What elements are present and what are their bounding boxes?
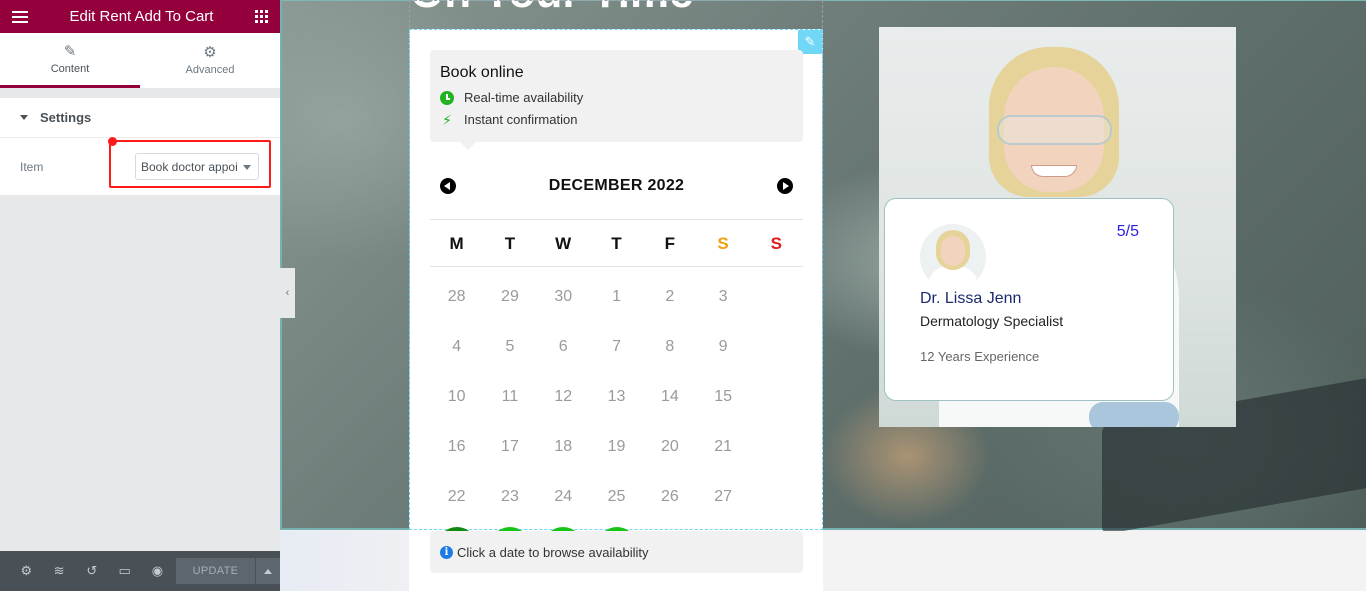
calendar-day: 18 bbox=[554, 438, 573, 455]
calendar-day: 7 bbox=[612, 338, 621, 355]
item-select[interactable]: Book doctor appoi bbox=[135, 153, 259, 180]
calendar-divider bbox=[430, 219, 803, 220]
calendar-day: 14 bbox=[660, 388, 679, 405]
widgets-grid-icon[interactable] bbox=[254, 10, 268, 23]
settings-section-toggle[interactable]: Settings bbox=[0, 98, 280, 138]
update-options-button[interactable] bbox=[256, 558, 280, 584]
panel-tabs: ✎ Content ⚙ Advanced bbox=[0, 33, 280, 88]
calendar-divider bbox=[430, 266, 803, 267]
calendar-day: 19 bbox=[607, 438, 626, 455]
eye-icon[interactable]: ◉ bbox=[141, 551, 174, 591]
calendar-day: 15 bbox=[714, 388, 733, 405]
panel-header: Edit Rent Add To Cart bbox=[0, 0, 280, 33]
calendar-day: 10 bbox=[447, 388, 466, 405]
calendar-day: 26 bbox=[660, 488, 679, 505]
calendar-day: 9 bbox=[718, 338, 728, 355]
preview-canvas: On Your Time ✎ Book online Real-time ava… bbox=[280, 0, 1366, 591]
pencil-icon: ✎ bbox=[63, 42, 77, 60]
doctor-specialty: Dermatology Specialist bbox=[920, 313, 1064, 329]
calendar-day: 13 bbox=[607, 388, 626, 405]
doctor-rating: 5/5 bbox=[1116, 223, 1139, 240]
annotation-dot bbox=[108, 137, 117, 146]
calendar-day: 23 bbox=[501, 488, 519, 505]
settings-section-title: Settings bbox=[40, 110, 92, 125]
feature-confirmation-label: Instant confirmation bbox=[464, 112, 578, 127]
chevron-down-icon bbox=[243, 165, 251, 170]
calendar-month: DECEMBER 2022 bbox=[548, 177, 685, 194]
next-month-button[interactable] bbox=[776, 178, 793, 194]
update-button[interactable]: UPDATE bbox=[175, 558, 256, 584]
calendar-grid: 28 29 30 1 2 3 4 5 6 7 8 9 10 11 12 13 14 15 16 17 18 19 20 21 2… bbox=[430, 272, 803, 572]
panel-footer: ⚙ ≋ ↺ ▭ ◉ UPDATE bbox=[0, 551, 280, 591]
weekday-label: T bbox=[611, 234, 622, 253]
calendar-day: 28 bbox=[447, 288, 466, 305]
layers-icon[interactable]: ≋ bbox=[43, 551, 76, 591]
doctor-name: Dr. Lissa Jenn bbox=[920, 290, 1022, 307]
calendar-day: 22 bbox=[447, 488, 466, 505]
weekday-label: W bbox=[555, 234, 572, 253]
avatar bbox=[920, 224, 986, 290]
calendar-day: 20 bbox=[660, 438, 679, 455]
calendar-day: 5 bbox=[505, 338, 515, 355]
calendar-day: 11 bbox=[501, 388, 519, 405]
history-icon[interactable]: ↺ bbox=[76, 551, 109, 591]
calendar-day: 6 bbox=[558, 338, 568, 355]
weekday-label: M bbox=[449, 234, 464, 253]
gear-icon: ⚙ bbox=[203, 44, 217, 61]
weekday-label: T bbox=[504, 234, 516, 253]
feature-confirmation: ⚡ Instant confirmation bbox=[440, 112, 793, 127]
calendar-day: 29 bbox=[501, 288, 519, 305]
feature-realtime-label: Real-time availability bbox=[464, 90, 584, 105]
tab-advanced[interactable]: ⚙ Advanced bbox=[140, 33, 280, 88]
calendar-day: 2 bbox=[665, 288, 675, 305]
responsive-icon[interactable]: ▭ bbox=[108, 551, 141, 591]
item-label: Item bbox=[20, 159, 44, 174]
calendar-day: 30 bbox=[554, 288, 573, 305]
item-control: Item Book doctor appoi bbox=[0, 138, 280, 195]
calendar-day: 21 bbox=[714, 438, 733, 455]
item-select-value: Book doctor appoi bbox=[141, 159, 238, 174]
calendar-day: 27 bbox=[714, 488, 733, 505]
calendar-day: 3 bbox=[718, 288, 728, 305]
weekday-label: S bbox=[770, 234, 782, 253]
calendar-day: 1 bbox=[612, 288, 621, 305]
calendar-day: 24 bbox=[554, 488, 573, 505]
gear-icon[interactable]: ⚙ bbox=[10, 551, 43, 591]
calendar-day: 12 bbox=[554, 388, 573, 405]
clock-icon bbox=[440, 90, 454, 105]
doctor-experience: 12 Years Experience bbox=[920, 349, 1040, 364]
chevron-up-icon bbox=[264, 568, 273, 574]
calendar-day: 16 bbox=[447, 438, 466, 455]
caret-down-icon bbox=[20, 115, 28, 120]
menu-icon[interactable] bbox=[12, 10, 28, 23]
collapse-panel-handle[interactable]: ‹ bbox=[280, 268, 295, 318]
pencil-icon: ✎ bbox=[804, 34, 816, 49]
weekday-label: S bbox=[717, 234, 729, 253]
editor-panel: Edit Rent Add To Cart ✎ Content ⚙ Advanc… bbox=[0, 0, 280, 591]
weekday-header: MTWTFSS bbox=[430, 222, 803, 266]
calendar-day: 8 bbox=[665, 338, 675, 355]
calendar-header: DECEMBER 2022 bbox=[430, 166, 803, 206]
calendar-hint-text: Click a date to browse availability bbox=[457, 544, 649, 560]
tab-content-label: Content bbox=[50, 62, 90, 75]
tab-content[interactable]: ✎ Content bbox=[0, 33, 140, 88]
calendar-day: 4 bbox=[452, 338, 462, 355]
calendar-day: 17 bbox=[501, 438, 519, 455]
prev-month-button[interactable] bbox=[440, 178, 456, 194]
tab-advanced-label: Advanced bbox=[185, 64, 235, 76]
feature-realtime: Real-time availability bbox=[440, 90, 793, 105]
booking-title: Book online bbox=[440, 64, 524, 81]
doctor-card: 5/5 Dr. Lissa Jenn Dermatology Specialis… bbox=[884, 198, 1174, 401]
info-icon: i bbox=[440, 545, 453, 559]
calendar-hint: i Click a date to browse availability bbox=[430, 531, 803, 573]
panel-title: Edit Rent Add To Cart bbox=[69, 8, 214, 25]
calendar-day: 25 bbox=[607, 488, 626, 505]
chevron-left-icon: ‹ bbox=[285, 287, 290, 299]
lightning-icon: ⚡ bbox=[442, 111, 452, 128]
booking-info-card: Book online Real-time availability ⚡ Ins… bbox=[430, 50, 803, 150]
settings-section: Settings Item Book doctor appoi bbox=[0, 98, 280, 195]
weekday-label: F bbox=[664, 234, 675, 253]
hero-heading: On Your Time bbox=[410, 0, 694, 18]
